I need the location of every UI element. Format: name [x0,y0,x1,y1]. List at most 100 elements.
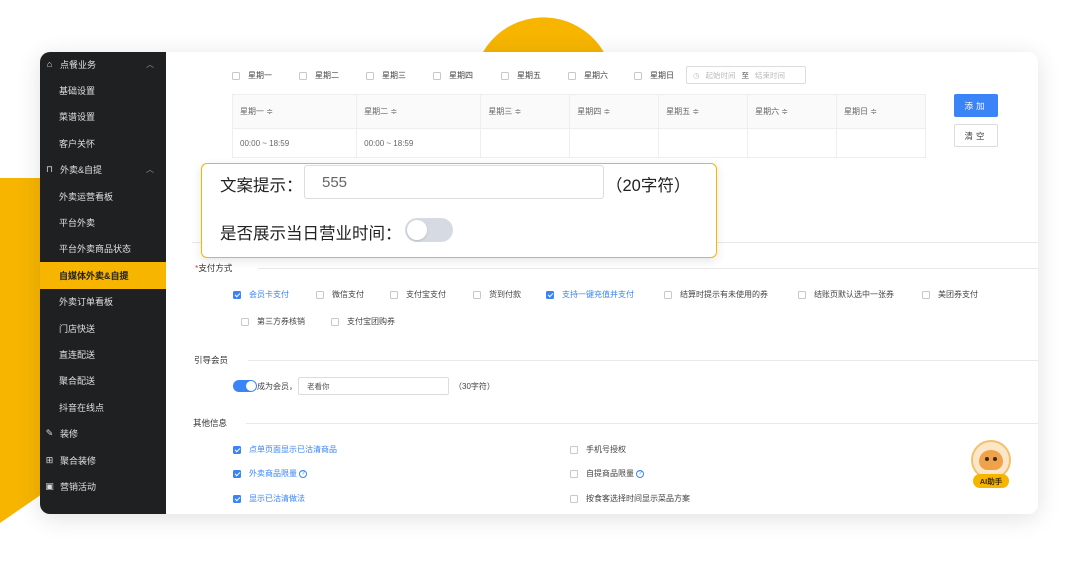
checkbox-option[interactable]: 星期一 [232,70,272,81]
checkbox[interactable] [922,290,930,299]
table-header-cell[interactable]: 星期四 ≑ [569,94,660,129]
checkbox-option[interactable]: 第三方券核销 [241,316,305,327]
checkbox[interactable] [664,290,672,299]
sidebar-item[interactable]: 基础设置 [40,77,166,103]
checkbox[interactable] [233,445,241,454]
table-header-cell[interactable]: 星期五 ≑ [658,94,749,129]
sidebar-item[interactable]: ✎ 装修 [40,420,166,446]
ai-helper-button[interactable]: AI助手 [967,438,1015,493]
clear-button[interactable]: 清空 [954,124,998,147]
checkbox[interactable] [366,71,374,80]
add-button[interactable]: 添加 [954,94,998,117]
checkbox-label: 支付宝团购券 [347,317,395,326]
sidebar-item[interactable]: 菜谱设置 [40,104,166,130]
table-header-cell[interactable]: 星期六 ≑ [747,94,837,129]
checkbox[interactable] [501,71,509,80]
checkbox-option[interactable]: 星期日 [634,70,674,81]
checkbox[interactable] [568,71,576,80]
show-hours-toggle[interactable] [405,218,453,242]
checkbox-option[interactable]: 支持一键充值并支付 [546,289,634,300]
checkbox-option[interactable]: 会员卡支付 [233,289,289,300]
checkbox-label: 结账页默认选中一张券 [814,290,894,299]
checkbox-option[interactable]: 结账页默认选中一张券 [798,289,894,300]
sidebar-item[interactable]: 门店快送 [40,315,166,341]
member-char-limit: （30字符） [454,382,495,391]
sidebar-item[interactable]: 客户关怀 [40,130,166,156]
chevron-up-icon[interactable]: ︿ [146,164,154,175]
checkbox-option[interactable]: 按食客选择时间显示菜品方案 [570,493,690,504]
ai-helper-label: AI助手 [973,474,1009,488]
sidebar-item[interactable]: 直连配送 [40,341,166,367]
checkbox-option[interactable]: 星期三 [366,70,406,81]
checkbox-option[interactable]: 手机号授权 [570,444,626,455]
checkbox[interactable] [233,469,241,478]
chevron-up-icon[interactable]: ︿ [146,59,154,70]
checkbox[interactable] [570,445,578,454]
help-icon[interactable]: ? [636,469,644,478]
checkbox-option[interactable]: 支付宝支付 [390,289,446,300]
sidebar-item-label: 客户关怀 [59,138,96,149]
payment-title-text: 支付方式 [198,263,233,273]
checkbox[interactable] [299,71,307,80]
sidebar-item[interactable]: 平台外卖 [40,209,166,235]
sidebar-item[interactable]: 自媒体外卖&自提 [40,262,166,289]
checkbox-label: 货到付款 [489,290,521,299]
sidebar-item-label: 营销活动 [60,481,97,492]
table-cell [747,128,837,158]
help-icon[interactable]: ? [299,469,307,478]
checkbox-option[interactable]: 星期四 [433,70,473,81]
checkbox[interactable] [798,290,806,299]
checkbox-option[interactable]: 星期六 [568,70,608,81]
checkbox[interactable] [241,317,249,326]
sidebar: ⌂ 点餐业务 ︿ 基础设置 菜谱设置客户关怀 ⊓ 外卖&自提 ︿ 外卖运营看板 平台外卖 平台外卖商… [40,52,166,514]
checkbox[interactable] [433,71,441,80]
sidebar-item[interactable]: 聚合配送 [40,368,166,394]
checkbox-option[interactable]: 支付宝团购券 [331,316,395,327]
app-window: ⌂ 点餐业务 ︿ 基础设置 菜谱设置客户关怀 ⊓ 外卖&自提 ︿ 外卖运营看板 平台外卖 平台外卖商… [40,52,1038,514]
sidebar-item[interactable]: 外卖运营看板 [40,183,166,209]
table-cell: 00:00 ~ 18:59 [356,128,482,158]
sidebar-item-label: 聚合配送 [59,376,96,387]
sidebar-item[interactable]: ▣ 营销活动 [40,473,166,499]
checkbox-option[interactable]: 显示已沽清做法 [233,493,305,504]
checkbox-option[interactable]: 自提商品限量? [570,468,644,479]
checkbox[interactable] [570,494,578,503]
hint-input[interactable]: 555 [304,165,604,199]
checkbox-option[interactable]: 点单页面显示已沽清商品 [233,444,337,455]
member-text-input[interactable]: 老看你 [298,377,449,395]
sidebar-item[interactable]: 抖音在线点 [40,394,166,420]
checkbox-label: 微信支付 [332,290,364,299]
checkbox-option[interactable]: 星期二 [299,70,339,81]
sidebar-item[interactable]: ⌂ 点餐业务 ︿ [40,52,166,77]
table-header-cell[interactable]: 星期日 ≑ [836,94,926,129]
member-toggle[interactable] [233,380,257,392]
sidebar-item[interactable]: ⊓ 外卖&自提 ︿ [40,157,166,183]
checkbox-option[interactable]: 货到付款 [473,289,521,300]
checkbox[interactable] [232,71,240,80]
checkbox-option[interactable]: 星期五 [501,70,541,81]
checkbox[interactable] [473,290,481,299]
checkbox-label: 美团券支付 [938,290,978,299]
sidebar-item[interactable]: 外卖订单看板 [40,289,166,315]
checkbox[interactable] [634,71,642,80]
sidebar-list: ⌂ 点餐业务 ︿ 基础设置 菜谱设置客户关怀 ⊓ 外卖&自提 ︿ 外卖运营看板 平台外卖 平台外卖商… [40,52,166,500]
table-header-cell[interactable]: 星期二 ≑ [356,94,482,129]
checkbox-option[interactable]: 美团券支付 [922,289,978,300]
checkbox[interactable] [390,290,398,299]
checkbox[interactable] [233,494,241,503]
sidebar-item[interactable]: ⊞ 聚合装修 [40,447,166,473]
time-range-picker[interactable]: ◷ 起始时间 至 结束时间 [686,66,806,84]
checkbox-option[interactable]: 结算时提示有未使用的券 [664,289,768,300]
checkbox[interactable] [233,290,241,299]
sidebar-item[interactable]: 平台外卖商品状态 [40,236,166,262]
end-time-placeholder: 结束时间 [755,70,786,80]
table-header-cell[interactable]: 星期三 ≑ [480,94,571,129]
checkbox[interactable] [570,469,578,478]
checkbox[interactable] [316,290,324,299]
payment-divider [258,268,1038,269]
checkbox[interactable] [331,317,339,326]
checkbox[interactable] [546,290,554,299]
table-header-cell[interactable]: 星期一 ≑ [231,94,358,129]
checkbox-option[interactable]: 外卖商品限量? [233,468,307,479]
checkbox-option[interactable]: 微信支付 [316,289,364,300]
